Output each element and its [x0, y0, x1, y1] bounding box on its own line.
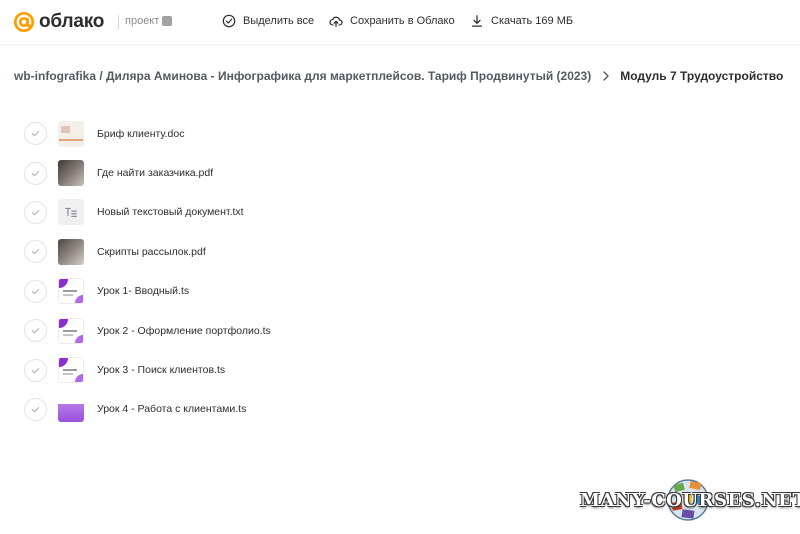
text-lines-icon: [65, 208, 77, 218]
file-name[interactable]: Бриф клиенту.doc: [97, 128, 184, 140]
select-checkbox[interactable]: [24, 240, 47, 264]
check-icon: [31, 131, 40, 137]
download-label: Скачать 169 МБ: [491, 15, 574, 27]
logo-text: облако: [39, 11, 105, 32]
chevron-right-icon: [603, 71, 609, 81]
file-row[interactable]: Где найти заказчика.pdf: [24, 153, 524, 192]
pdf-thumbnail-icon: [58, 238, 84, 265]
file-name[interactable]: Где найти заказчика.pdf: [97, 167, 213, 179]
video-thumbnail-icon: [58, 357, 84, 384]
check-circle-icon: [222, 14, 236, 28]
vk-icon: [162, 16, 173, 26]
file-row[interactable]: Скрипты рассылок.pdf: [24, 232, 524, 271]
file-name[interactable]: Урок 2 - Оформление портфолио.ts: [97, 325, 271, 337]
file-row[interactable]: Урок 3 - Поиск клиентов.ts: [24, 350, 524, 389]
file-row[interactable]: Урок 2 - Оформление портфолио.ts: [24, 311, 524, 350]
file-name[interactable]: Урок 1- Вводный.ts: [97, 285, 189, 297]
check-icon: [31, 367, 40, 373]
breadcrumb: wb-infografika / Диляра Аминова - Инфогр…: [14, 69, 783, 83]
doc-thumbnail-icon: [58, 120, 84, 147]
pdf-thumbnail-icon: [58, 160, 84, 187]
logo-divider: [118, 15, 119, 29]
select-checkbox[interactable]: [24, 200, 47, 224]
select-checkbox[interactable]: [24, 358, 47, 382]
check-icon: [31, 288, 40, 295]
download-button[interactable]: Скачать 169 МБ: [470, 14, 573, 28]
file-row[interactable]: Бриф клиенту.doc: [24, 114, 524, 153]
select-checkbox[interactable]: [24, 122, 47, 146]
watermark-text: MANY-COURSES.NET: [580, 490, 800, 511]
check-icon: [31, 406, 40, 413]
cloud-logo[interactable]: облако: [13, 10, 104, 34]
at-sign-icon: [13, 11, 35, 33]
cloud-upload-icon: [329, 16, 343, 27]
video-thumbnail-icon: [58, 396, 84, 423]
watermark: MANY-COURSES.NET: [580, 476, 800, 528]
check-icon: [31, 170, 40, 176]
video-thumbnail-icon: [58, 317, 84, 344]
save-to-cloud-label: Сохранить в Облако: [350, 15, 455, 27]
file-name[interactable]: Урок 3 - Поиск клиентов.ts: [97, 364, 225, 376]
file-name[interactable]: Скрипты рассылок.pdf: [97, 246, 206, 258]
select-checkbox[interactable]: [24, 319, 47, 343]
project-label-text: проект: [125, 15, 160, 27]
file-name[interactable]: Урок 4 - Работа с клиентами.ts: [97, 403, 246, 415]
breadcrumb-parent-link[interactable]: wb-infografika / Диляра Аминова - Инфогр…: [14, 69, 591, 83]
download-icon: [472, 15, 482, 27]
select-checkbox[interactable]: [24, 279, 47, 303]
file-row[interactable]: Урок 1- Вводный.ts: [24, 272, 524, 311]
check-icon: [31, 209, 40, 216]
select-all-button[interactable]: Выделить все: [222, 14, 314, 28]
text-file-icon: [58, 199, 84, 226]
top-bar: облако проект Выделить все Сохранить в О…: [0, 0, 800, 44]
file-row[interactable]: Урок 4 - Работа с клиентами.ts: [24, 390, 524, 429]
file-list: Бриф клиенту.doc Где найти заказчика.pdf…: [24, 114, 524, 429]
save-to-cloud-button[interactable]: Сохранить в Облако: [329, 14, 455, 28]
select-checkbox[interactable]: [24, 161, 47, 185]
check-icon: [31, 249, 40, 255]
select-all-label: Выделить все: [243, 15, 315, 27]
select-checkbox[interactable]: [24, 397, 47, 421]
file-name[interactable]: Новый текстовый документ.txt: [97, 206, 244, 218]
check-icon: [31, 328, 40, 334]
project-label: проект: [125, 15, 173, 27]
file-row[interactable]: Новый текстовый документ.txt: [24, 193, 524, 232]
video-thumbnail-icon: [58, 278, 84, 305]
breadcrumb-current: Модуль 7 Трудоустройство: [620, 69, 784, 83]
